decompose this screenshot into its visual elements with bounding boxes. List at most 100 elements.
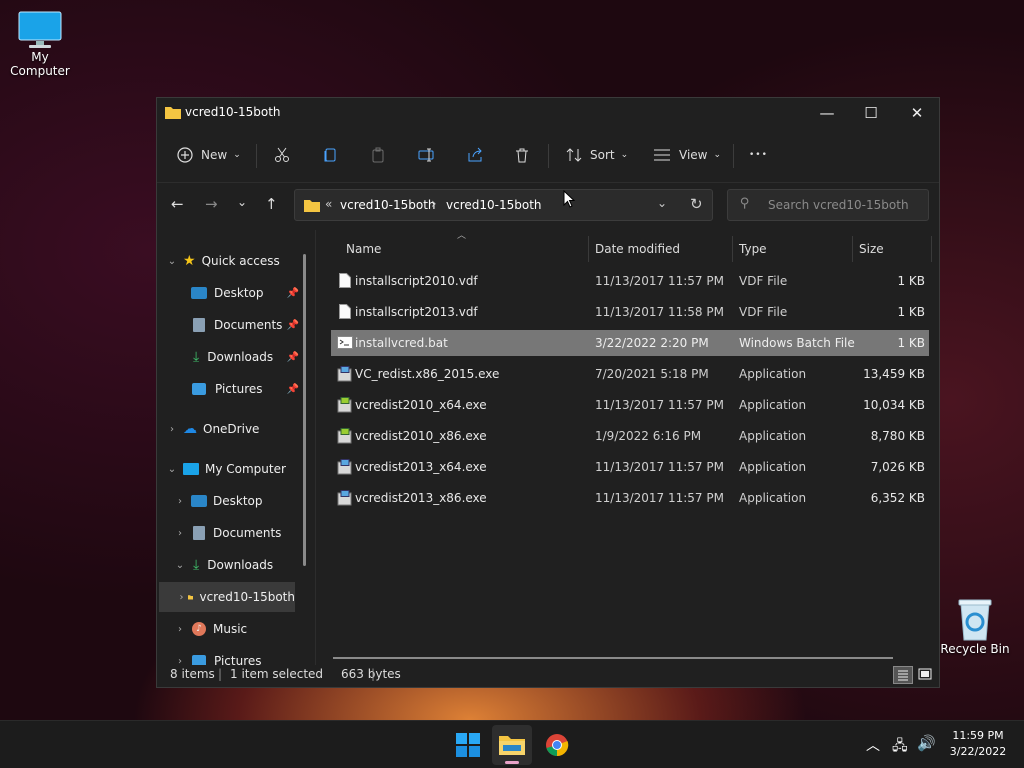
file-size: 1 KB	[897, 274, 925, 288]
toolbar-divider	[733, 144, 734, 168]
sidebar-item-onedrive[interactable]: › ☁ OneDrive	[165, 414, 301, 444]
sidebar-item-documents[interactable]: › Documents	[173, 518, 297, 548]
file-size: 6,352 KB	[870, 491, 925, 505]
maximize-button[interactable]: ☐	[848, 98, 894, 128]
sidebar-item-label: OneDrive	[203, 422, 260, 436]
column-divider[interactable]	[931, 236, 932, 262]
sidebar-item-vcred10-15both[interactable]: › vcred10-15both	[159, 582, 295, 612]
download-arrow-icon: ⤓	[193, 557, 200, 573]
forward-arrow-icon[interactable]: →	[205, 195, 218, 213]
sidebar-item-my-computer[interactable]: ⌄ My Computer	[165, 454, 301, 484]
details-view-toggle[interactable]	[893, 666, 913, 684]
column-header: ︿ Name Date modified Type Size	[317, 230, 932, 268]
sidebar-item-downloads-pinned[interactable]: ⤓ Downloads 📌	[191, 342, 299, 372]
chevron-down-icon[interactable]: ⌄	[165, 256, 179, 267]
cut-button[interactable]	[274, 140, 290, 170]
search-box[interactable]: ⚲ Search vcred10-15both	[727, 189, 929, 221]
file-row[interactable]: vcredist2010_x86.exe 1/9/2022 6:16 PM Ap…	[331, 423, 929, 449]
taskbar-file-explorer[interactable]	[492, 725, 532, 765]
show-hidden-icons-chevron-icon[interactable]: ︿	[866, 735, 880, 755]
clock-date: 3/22/2022	[949, 745, 1007, 758]
file-row[interactable]: vcredist2010_x64.exe 11/13/2017 11:57 PM…	[331, 392, 929, 418]
folder-icon	[304, 200, 320, 212]
file-size: 8,780 KB	[870, 429, 925, 443]
address-dropdown-chevron-icon[interactable]: ⌄	[657, 196, 667, 210]
up-arrow-icon[interactable]: ↑	[265, 195, 278, 213]
column-divider[interactable]	[588, 236, 589, 262]
chevron-down-icon: ⌄	[713, 150, 722, 160]
sidebar-item-quick-access[interactable]: ⌄ ★ Quick access	[165, 246, 301, 276]
installer-icon	[337, 366, 352, 382]
view-button[interactable]: View ⌄	[653, 140, 721, 170]
file-row-selected[interactable]: installvcred.bat 3/22/2022 2:20 PM Windo…	[331, 330, 929, 356]
chevron-down-icon[interactable]: ⌄	[165, 464, 179, 475]
chevron-down-icon: ⌄	[233, 150, 241, 160]
sidebar-item-downloads[interactable]: ⌄ ⤓ Downloads	[173, 550, 297, 580]
title-bar[interactable]: vcred10-15both — ☐ ✕	[157, 98, 939, 128]
file-type: VDF File	[739, 305, 788, 319]
more-options-button[interactable]: •••	[749, 140, 768, 170]
taskbar-chrome[interactable]	[545, 733, 569, 760]
column-divider[interactable]	[852, 236, 853, 262]
installer-icon	[337, 459, 352, 475]
delete-button[interactable]	[514, 140, 530, 170]
minimize-button[interactable]: —	[804, 98, 850, 128]
back-arrow-icon[interactable]: ←	[171, 195, 184, 213]
desktop-icon-my-computer[interactable]: My Computer	[0, 10, 80, 78]
recent-locations-chevron-icon[interactable]: ⌄	[237, 195, 247, 209]
desktop-icon	[191, 287, 207, 299]
network-icon[interactable]: 🖧	[892, 735, 908, 759]
sort-button[interactable]: Sort ⌄	[565, 140, 628, 170]
refresh-icon[interactable]: ↻	[690, 195, 703, 213]
column-type[interactable]: Type	[739, 242, 767, 256]
chevron-right-icon[interactable]: ›	[173, 528, 187, 539]
chevron-down-icon[interactable]: ⌄	[173, 560, 187, 571]
sidebar-scrollbar[interactable]	[303, 254, 306, 566]
large-icons-view-toggle[interactable]	[916, 666, 936, 684]
column-size[interactable]: Size	[859, 242, 884, 256]
rename-button[interactable]	[418, 140, 436, 170]
column-date-modified[interactable]: Date modified	[595, 242, 680, 256]
file-row[interactable]: installscript2010.vdf 11/13/2017 11:57 P…	[331, 268, 929, 294]
close-button[interactable]: ✕	[894, 98, 940, 128]
share-button[interactable]	[467, 140, 483, 170]
column-name[interactable]: Name	[346, 242, 381, 256]
breadcrumb-item[interactable]: vcred10-15both	[446, 198, 542, 212]
new-button[interactable]: New ⌄	[177, 140, 241, 170]
content-horizontal-scrollbar[interactable]	[333, 657, 893, 659]
pictures-icon	[192, 383, 206, 395]
clock-time: 11:59 PM	[952, 729, 1004, 742]
file-row[interactable]: VC_redist.x86_2015.exe 7/20/2021 5:18 PM…	[331, 361, 929, 387]
batch-file-icon	[337, 336, 353, 349]
copy-button[interactable]	[322, 140, 338, 170]
folder-icon	[187, 595, 194, 600]
chevron-right-icon[interactable]: ›	[179, 592, 184, 603]
start-button[interactable]	[456, 733, 480, 760]
sidebar-item-music[interactable]: › ♪ Music	[173, 614, 297, 644]
chrome-icon	[546, 734, 569, 757]
chevron-right-icon[interactable]: ›	[165, 424, 179, 435]
sidebar-item-desktop[interactable]: › Desktop	[173, 486, 297, 516]
volume-icon[interactable]: 🔊	[917, 734, 936, 752]
column-divider[interactable]	[732, 236, 733, 262]
desktop-icon-recycle-bin[interactable]: Recycle Bin	[935, 596, 1015, 656]
sidebar-item-label: Documents	[214, 318, 283, 332]
folder-icon	[499, 736, 525, 755]
paste-button[interactable]	[370, 140, 386, 170]
clock[interactable]: 11:59 PM 3/22/2022	[946, 729, 1010, 758]
details-view-icon	[898, 670, 908, 681]
address-bar[interactable]: « vcred10-15both › vcred10-15both ⌄ ↻	[294, 189, 713, 221]
breadcrumb-item[interactable]: vcred10-15both	[340, 198, 436, 212]
file-row[interactable]: vcredist2013_x86.exe 11/13/2017 11:57 PM…	[331, 485, 929, 511]
sidebar-item-desktop-pinned[interactable]: Desktop 📌	[191, 278, 299, 308]
chevron-right-icon[interactable]: ›	[173, 496, 187, 507]
sidebar-item-pictures-pinned[interactable]: Pictures 📌	[191, 374, 299, 404]
view-label: View	[679, 148, 708, 162]
chevron-right-icon[interactable]: ›	[173, 624, 187, 635]
file-date: 11/13/2017 11:57 PM	[595, 460, 724, 474]
breadcrumb-overflow[interactable]: «	[325, 197, 332, 211]
file-row[interactable]: vcredist2013_x64.exe 11/13/2017 11:57 PM…	[331, 454, 929, 480]
sidebar-item-documents-pinned[interactable]: Documents 📌	[191, 310, 299, 340]
file-row[interactable]: installscript2013.vdf 11/13/2017 11:58 P…	[331, 299, 929, 325]
pane-divider[interactable]	[315, 230, 316, 665]
